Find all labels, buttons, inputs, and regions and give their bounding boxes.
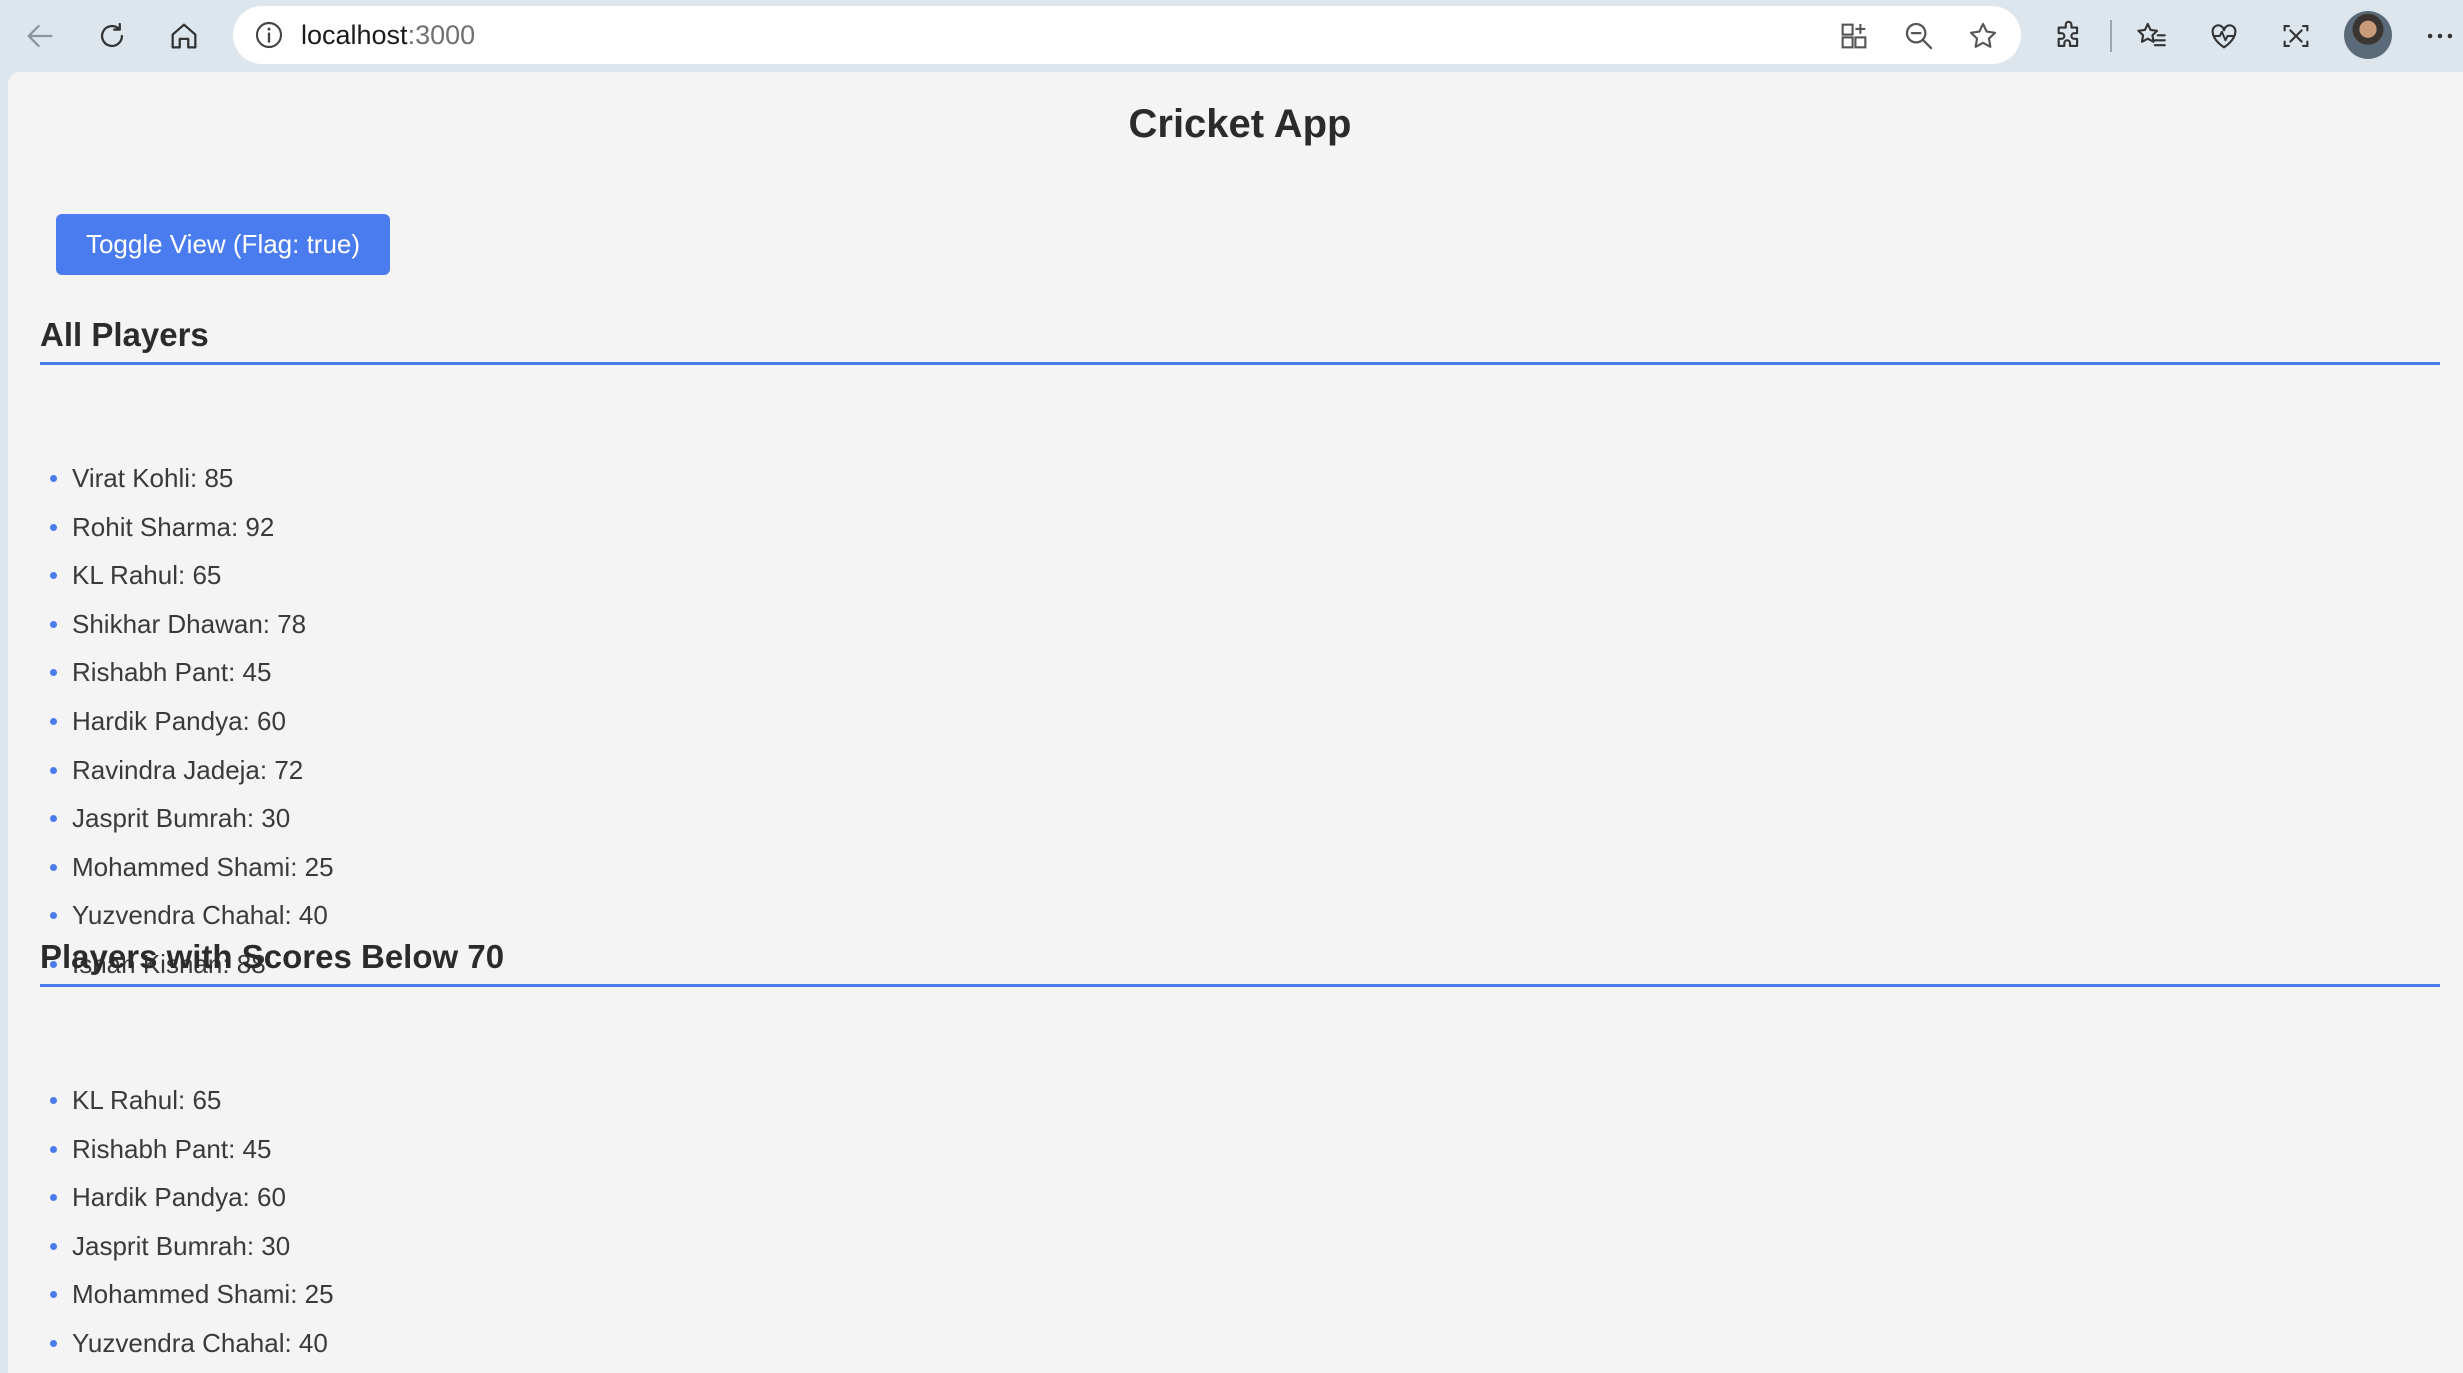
page-title: Cricket App <box>1128 102 1352 146</box>
url-text[interactable]: localhost:3000 <box>301 6 475 64</box>
player-list-item: KL Rahul: 65 <box>40 551 334 600</box>
browser-toolbar: localhost:3000 <box>0 0 2463 72</box>
zoom-out-icon[interactable] <box>1902 19 1936 53</box>
below-70-heading: Players with Scores Below 70 <box>40 938 2440 987</box>
player-list-item: Rishabh Pant: 45 <box>40 648 334 697</box>
address-bar[interactable]: localhost:3000 <box>233 6 2021 64</box>
refresh-icon <box>100 22 124 48</box>
refresh-button[interactable] <box>86 10 138 62</box>
player-list-item: KL Rahul: 65 <box>40 1076 334 1125</box>
player-list-item: Hardik Pandya: 60 <box>40 1173 334 1222</box>
player-list-item: Virat Kohli: 85 <box>40 454 334 503</box>
page-content: Cricket App Toggle View (Flag: true) All… <box>8 72 2463 1373</box>
toolbar-divider <box>2110 20 2112 52</box>
player-list-item: Jasprit Bumrah: 30 <box>40 794 334 843</box>
extensions-button[interactable] <box>2046 12 2094 60</box>
player-list-item: Shikhar Dhawan: 78 <box>40 600 334 649</box>
screenshot-button[interactable] <box>2272 12 2320 60</box>
back-arrow-icon <box>27 24 53 48</box>
player-list-item: Hardik Pandya: 60 <box>40 697 334 746</box>
below-70-list: KL Rahul: 65 Rishabh Pant: 45 Hardik Pandy… <box>40 1076 334 1368</box>
more-options-button[interactable] <box>2416 12 2463 60</box>
back-button[interactable] <box>14 10 66 62</box>
all-players-list: Virat Kohli: 85 Rohit Sharma: 92 KL Rahul:… <box>40 454 334 989</box>
player-list-item: Mohammed Shami: 25 <box>40 1270 334 1319</box>
url-host: localhost <box>301 20 408 50</box>
puzzle-icon <box>2057 20 2079 47</box>
all-players-heading: All Players <box>40 316 2440 365</box>
app-available-icon[interactable] <box>1837 19 1871 53</box>
favorites-button[interactable] <box>2128 12 2176 60</box>
favorites-list-icon <box>2137 22 2166 47</box>
player-list-item: Rohit Sharma: 92 <box>40 503 334 552</box>
player-list-item: Rishabh Pant: 45 <box>40 1125 334 1174</box>
site-info-icon[interactable] <box>253 19 285 51</box>
home-button[interactable] <box>158 10 210 62</box>
profile-avatar[interactable] <box>2344 11 2392 59</box>
home-icon <box>171 23 197 49</box>
heart-pulse-icon <box>2211 24 2237 49</box>
browser-essentials-button[interactable] <box>2200 12 2248 60</box>
url-port: :3000 <box>407 20 476 50</box>
player-list-item: Mohammed Shami: 25 <box>40 843 334 892</box>
screenshot-icon <box>2283 25 2309 47</box>
player-list-item: Yuzvendra Chahal: 40 <box>40 891 334 940</box>
player-list-item: Yuzvendra Chahal: 40 <box>40 1319 334 1368</box>
ellipsis-icon <box>2427 33 2453 39</box>
toggle-view-button[interactable]: Toggle View (Flag: true) <box>56 214 390 275</box>
player-list-item: Jasprit Bumrah: 30 <box>40 1222 334 1271</box>
favorite-star-icon[interactable] <box>1966 19 2000 53</box>
player-list-item: Ravindra Jadeja: 72 <box>40 746 334 795</box>
